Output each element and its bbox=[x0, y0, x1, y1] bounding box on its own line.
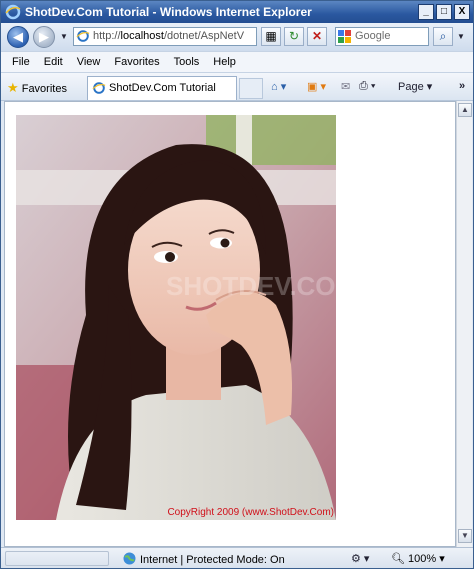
favorites-label: Favorites bbox=[21, 83, 67, 95]
search-input[interactable]: Google bbox=[335, 27, 429, 46]
search-placeholder: Google bbox=[355, 30, 391, 42]
back-button[interactable]: ◀ bbox=[7, 26, 29, 48]
close-button[interactable]: X bbox=[454, 4, 470, 20]
home-icon[interactable]: ⌂ ▾ bbox=[271, 80, 286, 93]
photo-watermark: SHOTDEV.COM bbox=[166, 271, 336, 301]
page-icon bbox=[92, 82, 106, 94]
ie-logo-icon bbox=[5, 4, 21, 20]
address-toolbar: ◀ ▶ ▼ http://localhost/dotnet/AspNetV ▦ … bbox=[1, 23, 473, 51]
page-icon bbox=[76, 30, 90, 42]
security-zone-label: Internet | Protected Mode: On bbox=[140, 554, 285, 566]
url-path: /dotnet/AspNetV bbox=[163, 30, 245, 42]
browser-window: ShotDev.Com Tutorial - Windows Internet … bbox=[0, 0, 474, 569]
url-prefix: http:// bbox=[93, 30, 121, 42]
feeds-icon[interactable]: ▣ ▾ bbox=[307, 80, 326, 93]
google-icon bbox=[338, 29, 351, 43]
window-title: ShotDev.Com Tutorial - Windows Internet … bbox=[25, 5, 312, 19]
zoom-level: 100% bbox=[408, 553, 437, 565]
maximize-button[interactable]: □ bbox=[436, 4, 452, 20]
protected-mode-icon[interactable]: ⚙ ▾ bbox=[351, 552, 369, 565]
menu-help[interactable]: Help bbox=[206, 56, 243, 68]
favorites-bar: ★ Favorites ShotDev.Com Tutorial ⌂ ▾ ▣ ▾… bbox=[1, 73, 473, 101]
scroll-up-arrow-icon[interactable]: ▲ bbox=[458, 103, 472, 117]
search-options-dropdown-icon[interactable]: ▼ bbox=[457, 32, 465, 41]
portrait-photo: SHOTDEV.COM CopyRight 2009 (www.ShotDev.… bbox=[16, 115, 336, 520]
menu-view[interactable]: View bbox=[70, 56, 108, 68]
internet-globe-icon bbox=[123, 552, 136, 565]
portrait-image: SHOTDEV.COM bbox=[16, 115, 336, 520]
menu-bar: File Edit View Favorites Tools Help bbox=[1, 51, 473, 73]
vertical-scrollbar[interactable]: ▲ ▼ bbox=[456, 101, 472, 547]
page-menu[interactable]: Page ▾ bbox=[398, 80, 432, 93]
scroll-down-arrow-icon[interactable]: ▼ bbox=[458, 529, 472, 543]
page-menu-label: Page bbox=[398, 81, 424, 93]
page-content: SHOTDEV.COM CopyRight 2009 (www.ShotDev.… bbox=[4, 101, 456, 547]
mail-icon[interactable]: ✉ bbox=[341, 80, 350, 93]
compatibility-view-icon[interactable]: ▦ bbox=[261, 27, 281, 46]
title-bar[interactable]: ShotDev.Com Tutorial - Windows Internet … bbox=[1, 1, 473, 23]
status-bar: Internet | Protected Mode: On ⚙ ▾ 🔍︎ 100… bbox=[1, 547, 473, 568]
stop-icon[interactable]: ✕ bbox=[307, 27, 327, 46]
tab-shotdev[interactable]: ShotDev.Com Tutorial bbox=[87, 76, 237, 100]
security-zone[interactable]: Internet | Protected Mode: On bbox=[123, 552, 285, 566]
menu-file[interactable]: File bbox=[5, 56, 37, 68]
menu-tools[interactable]: Tools bbox=[167, 56, 207, 68]
new-tab-button[interactable] bbox=[239, 78, 263, 99]
url-host: localhost bbox=[120, 30, 164, 42]
tab-title: ShotDev.Com Tutorial bbox=[109, 82, 216, 94]
menu-edit[interactable]: Edit bbox=[37, 56, 70, 68]
minimize-button[interactable]: _ bbox=[418, 4, 434, 20]
chevron-more-icon[interactable]: » bbox=[459, 80, 465, 92]
status-text-area bbox=[5, 551, 109, 566]
image-caption: CopyRight 2009 (www.ShotDev.Com) bbox=[167, 507, 334, 518]
refresh-icon[interactable]: ↻ bbox=[284, 27, 304, 46]
window-controls: _ □ X bbox=[418, 4, 470, 20]
address-field[interactable]: http://localhost/dotnet/AspNetV bbox=[73, 27, 257, 46]
search-go-icon[interactable]: ⌕ bbox=[433, 27, 453, 46]
recent-pages-dropdown-icon[interactable]: ▼ bbox=[60, 32, 68, 41]
menu-favorites[interactable]: Favorites bbox=[107, 56, 166, 68]
favorites-star-icon: ★ bbox=[7, 80, 19, 95]
print-icon[interactable]: ⎙ ▾ bbox=[359, 80, 375, 93]
zoom-control[interactable]: 🔍︎ 100% ▾ bbox=[391, 552, 445, 565]
zoom-icon: 🔍︎ bbox=[391, 553, 405, 565]
forward-button[interactable]: ▶ bbox=[33, 26, 55, 48]
favorites-button[interactable]: ★ Favorites bbox=[7, 80, 67, 96]
